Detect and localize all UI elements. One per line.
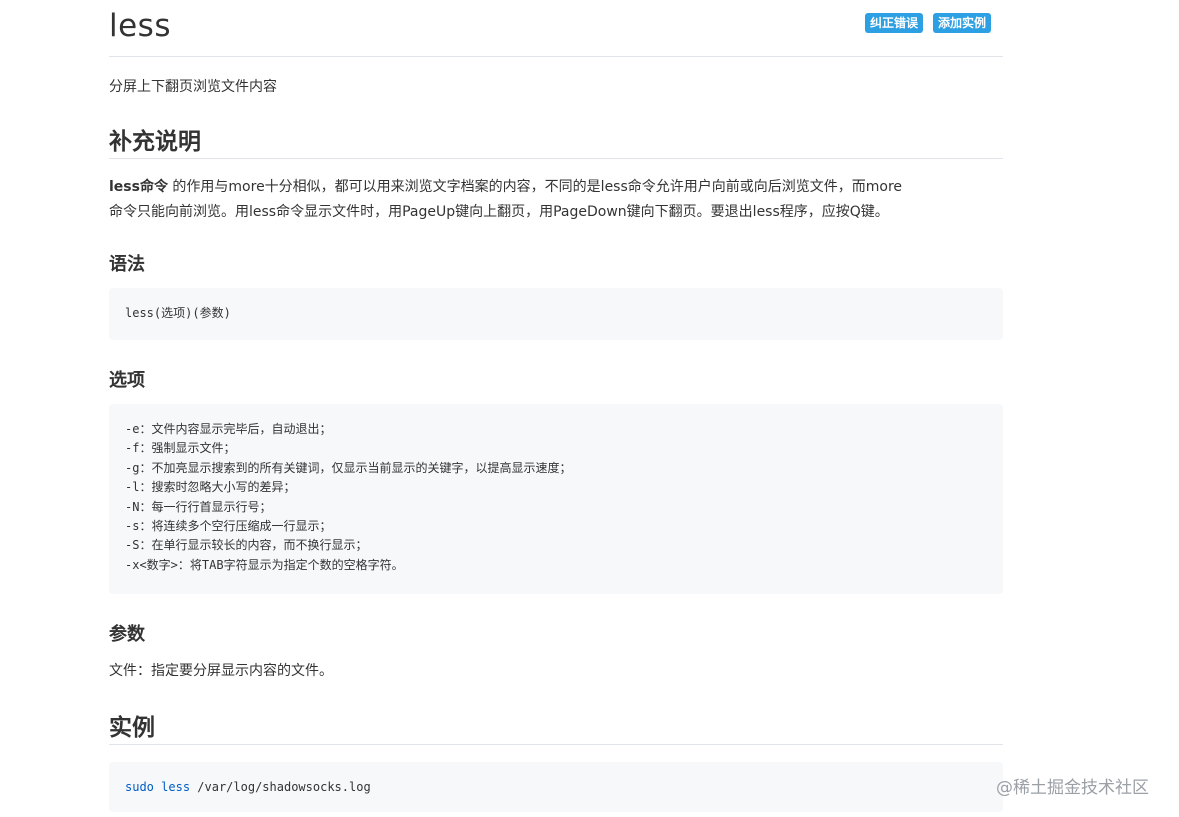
paragraph-line-2: 命令只能向前浏览。用less命令显示文件时，用PageUp键向上翻页，用Page… [109,204,889,220]
syntax-heading: 语法 [109,254,145,275]
watermark: @稀土掘金技术社区 [996,778,1149,798]
option-line: -N：每一行行首显示行号； [125,499,272,514]
options-heading: 选项 [109,370,145,391]
option-line: -S：在单行显示较长的内容，而不换行显示； [125,538,368,553]
correct-error-button[interactable]: 纠正错误 [864,13,923,33]
example-code-block: sudo less /var/log/shadowsocks.log [109,762,1003,812]
page-title: less [109,8,171,44]
option-line: -f：强制显示文件； [125,441,236,456]
supplement-paragraph: less命令 的作用与more十分相似，都可以用来浏览文字档案的内容，不同的是l… [109,175,1003,225]
params-heading: 参数 [109,624,145,645]
option-line: -x<数字>：将TAB字符显示为指定个数的空格字符。 [125,557,404,572]
paragraph-line-1: 的作用与more十分相似，都可以用来浏览文字档案的内容，不同的是less命令允许… [167,179,903,195]
command-page: less 纠正错误 添加实例 分屏上下翻页浏览文件内容 补充说明 less命令 … [109,0,1003,812]
examples-heading: 实例 [109,708,1003,745]
code-keyword: sudo [125,780,154,794]
params-text: 文件：指定要分屏显示内容的文件。 [109,663,333,679]
option-line: -e：文件内容显示完毕后，自动退出； [125,422,332,436]
options-code-block: -e：文件内容显示完毕后，自动退出； -f：强制显示文件； -g：不加亮显示搜索… [109,404,1003,594]
option-line: -g：不加亮显示搜索到的所有关键词，仅显示当前显示的关键字，以提高显示速度； [125,460,572,475]
add-example-button[interactable]: 添加实例 [932,13,991,33]
example-code: sudo less /var/log/shadowsocks.log [125,778,987,797]
code-argument: /var/log/shadowsocks.log [190,780,371,794]
supplement-heading: 补充说明 [109,122,1003,159]
syntax-code: less(选项)(参数) [125,306,231,320]
option-line: -s：将连续多个空行压缩成一行显示； [125,519,332,534]
title-row: less 纠正错误 添加实例 [109,0,1003,57]
syntax-code-block: less(选项)(参数) [109,288,1003,340]
option-line: -l：搜索时忽略大小写的差异； [125,480,296,495]
code-keyword: less [161,780,191,794]
bold-lead: less命令 [109,179,168,195]
action-badges: 纠正错误 添加实例 [864,13,991,33]
command-description: 分屏上下翻页浏览文件内容 [109,79,277,95]
